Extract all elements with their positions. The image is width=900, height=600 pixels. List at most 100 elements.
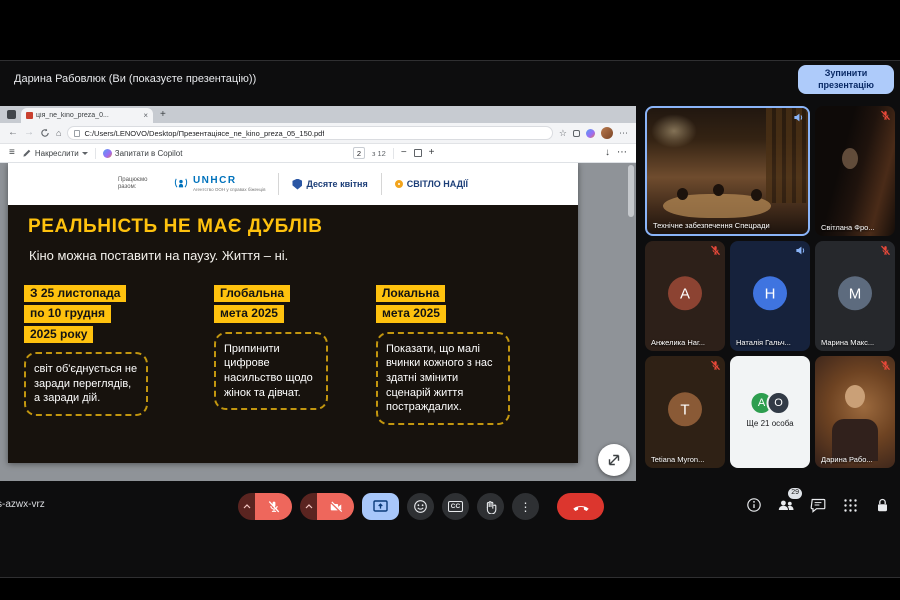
extensions-icon[interactable] bbox=[573, 130, 580, 137]
toolbar-more-icon[interactable]: ⋯ bbox=[617, 148, 627, 158]
desiate-kvitnia-wordmark: Десяте квітня bbox=[306, 179, 367, 189]
person-silhouette bbox=[677, 188, 688, 200]
avatar: Н bbox=[753, 276, 787, 310]
more-participants-tile[interactable]: А О Ще 21 особа bbox=[730, 356, 810, 468]
mic-mute-button[interactable] bbox=[255, 493, 292, 520]
browser-tab[interactable]: ція_ne_kino_preza_0... × bbox=[21, 108, 153, 123]
zoom-in-icon[interactable]: + bbox=[429, 148, 435, 158]
profile-avatar[interactable] bbox=[601, 127, 613, 139]
reactions-button[interactable] bbox=[407, 493, 434, 520]
browser-menu-icon[interactable]: ⋯ bbox=[619, 129, 628, 138]
participant-tile[interactable]: Т Tetiana Myron... bbox=[645, 356, 725, 468]
camera-off-icon bbox=[329, 500, 343, 514]
highlight-label: мета 2025 bbox=[376, 305, 446, 322]
slide-subtitle: Кіно можна поставити на паузу. Життя – н… bbox=[29, 248, 288, 263]
tab-title: ція_ne_kino_preza_0... bbox=[36, 112, 140, 119]
participant-tile[interactable]: А Анжелика Наг... bbox=[645, 241, 725, 351]
zoom-out-icon[interactable]: − bbox=[401, 148, 407, 158]
leave-call-button[interactable] bbox=[557, 493, 604, 520]
url-field[interactable]: C:/Users/LENOVO/Desktop/Презентаціясе_ne… bbox=[67, 126, 552, 140]
tab-close-icon[interactable]: × bbox=[143, 112, 148, 120]
participant-name: Світлана Фро... bbox=[821, 223, 882, 232]
speaker-volume-icon bbox=[795, 245, 806, 256]
forward-icon[interactable]: → bbox=[24, 128, 34, 138]
sun-ring-icon bbox=[395, 180, 403, 188]
avatar: О bbox=[767, 391, 791, 415]
avatar: Т bbox=[668, 392, 702, 426]
logo-divider bbox=[278, 173, 279, 195]
present-screen-button[interactable] bbox=[362, 493, 399, 520]
browser-tab-strip: ція_ne_kino_preza_0... × + bbox=[0, 106, 636, 123]
pdf-scrollbar[interactable] bbox=[628, 165, 634, 217]
speaker-volume-icon bbox=[793, 112, 804, 123]
slide-column-global: Глобальна мета 2025 Припинити цифрове на… bbox=[214, 285, 328, 410]
pdf-menu-icon[interactable]: ≡ bbox=[9, 148, 15, 158]
participant-tile[interactable]: М Марина Макс... bbox=[815, 241, 895, 351]
pdf-viewport: Працюємо разом: UNHCR Агентство ООН у сп… bbox=[0, 163, 636, 481]
avatar: А bbox=[668, 276, 702, 310]
favorite-star-icon[interactable]: ☆ bbox=[559, 129, 567, 138]
expand-arrows-icon bbox=[606, 452, 622, 468]
more-options-button[interactable]: ⋮ bbox=[512, 493, 539, 520]
highlight-label: по 10 грудня bbox=[24, 305, 111, 322]
expand-button[interactable] bbox=[598, 444, 630, 476]
host-controls-lock-icon[interactable] bbox=[873, 496, 891, 514]
camera-control bbox=[300, 493, 354, 520]
chat-button[interactable] bbox=[809, 496, 827, 514]
participant-tile[interactable]: Н Наталія Гальч... bbox=[730, 241, 810, 351]
toolbar-divider bbox=[95, 148, 96, 159]
new-tab-button[interactable]: + bbox=[160, 110, 166, 120]
phone-hangup-icon bbox=[572, 502, 590, 512]
activities-icon[interactable] bbox=[841, 496, 859, 514]
unhcr-logo: UNHCR Агентство ООН у справах біженців bbox=[173, 176, 266, 192]
participant-count-badge: 29 bbox=[788, 488, 802, 499]
meeting-info-button[interactable] bbox=[745, 496, 763, 514]
partners-tagline: Працюємо разом: bbox=[118, 177, 160, 192]
more-participants-label: Ще 21 особа bbox=[730, 419, 810, 428]
camera-options-button[interactable] bbox=[300, 493, 317, 520]
participants-button[interactable]: 29 bbox=[777, 496, 795, 514]
ask-copilot-button[interactable]: Запитати в Copilot bbox=[103, 149, 183, 158]
highlight-label: З 25 листопада bbox=[24, 285, 126, 302]
participant-name: Наталія Гальч... bbox=[736, 338, 797, 347]
back-icon[interactable]: ← bbox=[8, 128, 18, 138]
ask-copilot-label: Запитати в Copilot bbox=[115, 149, 183, 158]
address-bar: ← → ⌂ C:/Users/LENOVO/Desktop/Презентаці… bbox=[0, 123, 636, 144]
pdf-favicon-icon bbox=[26, 112, 33, 119]
avatar: М bbox=[838, 276, 872, 310]
participant-name: Анжелика Наг... bbox=[651, 338, 712, 347]
mic-off-icon bbox=[880, 245, 891, 256]
participant-tile-room[interactable]: Технічне забезпечення Спецради bbox=[645, 106, 810, 236]
tab-actions-icon[interactable] bbox=[7, 110, 16, 119]
raise-hand-button[interactable] bbox=[477, 493, 504, 520]
refresh-icon[interactable] bbox=[40, 128, 50, 138]
desiate-kvitnia-logo: Десяте квітня bbox=[292, 179, 367, 190]
meeting-controls-bar: s-azwx-vrz bbox=[0, 484, 900, 530]
page-number-input[interactable]: 2 bbox=[353, 147, 365, 159]
slide-title: РЕАЛЬНІСТЬ НЕ МАЄ ДУБЛІВ bbox=[28, 216, 323, 238]
svitlo-nadii-wordmark: СВІТЛО НАДІЇ bbox=[407, 179, 468, 189]
address-bar-actions: ☆ ⋯ bbox=[559, 127, 628, 139]
copilot-icon[interactable] bbox=[586, 129, 595, 138]
stop-presenting-button[interactable]: Зупинити презентацію bbox=[798, 65, 894, 94]
participant-tile[interactable]: Світлана Фро... bbox=[815, 106, 895, 236]
presentation-slide: Працюємо разом: UNHCR Агентство ООН у сп… bbox=[8, 163, 578, 463]
save-icon[interactable]: ↓ bbox=[605, 148, 610, 158]
pdf-toolbar: ≡ Накреслити Запитати в Copilot 2 з 12 bbox=[0, 144, 636, 163]
highlight-label: Локальна bbox=[376, 285, 445, 302]
chevron-down-icon bbox=[82, 152, 88, 155]
slide-column-dates: З 25 листопада по 10 грудня 2025 року св… bbox=[24, 285, 148, 416]
shared-screen-browser: ція_ne_kino_preza_0... × + ← → ⌂ C:/User… bbox=[0, 106, 636, 481]
draw-label: Накреслити bbox=[35, 149, 79, 158]
camera-off-button[interactable] bbox=[317, 493, 354, 520]
mic-control bbox=[238, 493, 292, 520]
draw-button[interactable]: Накреслити bbox=[22, 148, 88, 158]
mic-off-icon bbox=[880, 110, 891, 121]
more-vertical-icon: ⋮ bbox=[520, 501, 532, 513]
home-icon[interactable]: ⌂ bbox=[56, 129, 61, 138]
participant-tile-self[interactable]: Дарина Рабо... bbox=[815, 356, 895, 468]
captions-button[interactable]: CC bbox=[442, 493, 469, 520]
fit-page-icon[interactable] bbox=[414, 149, 422, 157]
mic-options-button[interactable] bbox=[238, 493, 255, 520]
meet-window: Дарина Рабовлюк (Ви (показуєте презентац… bbox=[0, 60, 900, 578]
